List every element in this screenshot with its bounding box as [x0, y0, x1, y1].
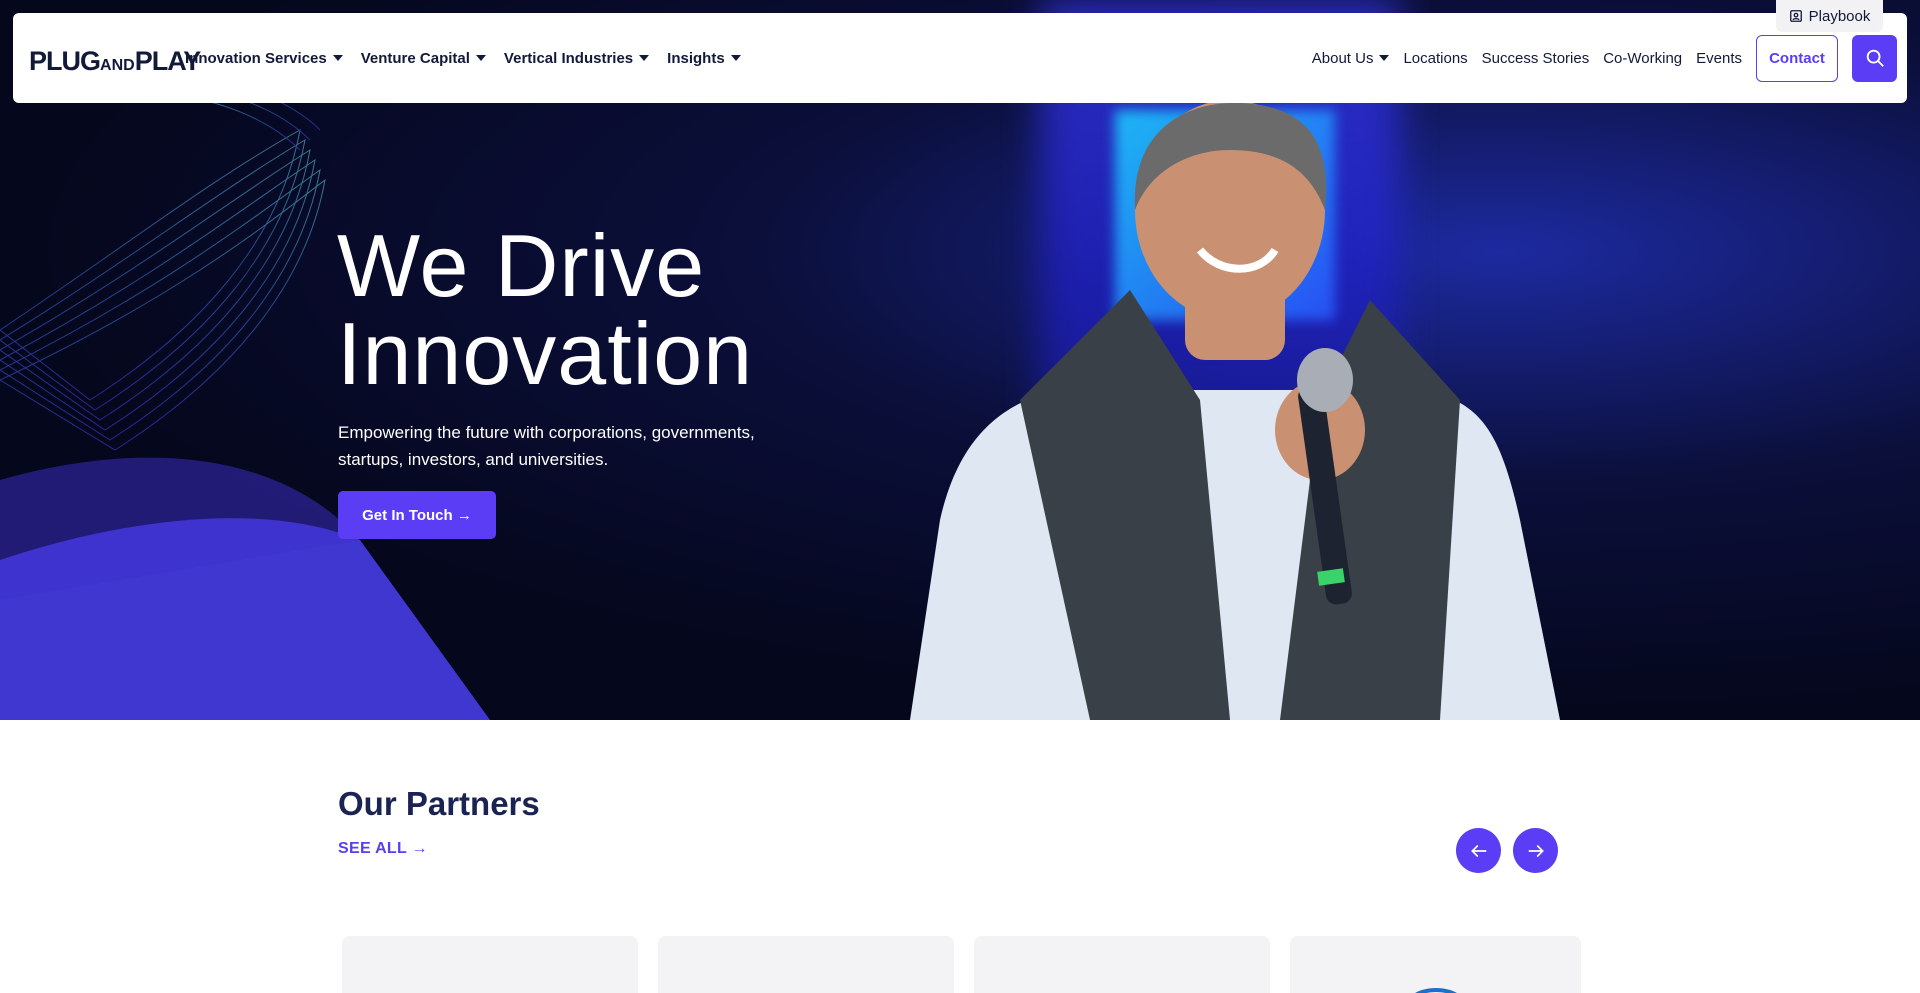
get-in-touch-button[interactable]: Get In Touch →: [338, 491, 496, 539]
hero-section: We Drive Innovation Empowering the futur…: [0, 0, 1920, 720]
get-in-touch-label: Get In Touch →: [362, 506, 472, 524]
search-icon: [1866, 49, 1884, 67]
partner-logo: [736, 976, 876, 993]
logo-text-plug: PLUG: [29, 46, 101, 76]
nav-co-working[interactable]: Co-Working: [1603, 50, 1682, 67]
arrow-right-icon: [1528, 844, 1544, 857]
nav-label: Insights: [667, 49, 725, 67]
main-navbar: PLUGANDPLAY Innovation Services Venture …: [13, 13, 1907, 103]
nav-label: Venture Capital: [360, 49, 470, 67]
search-button[interactable]: [1852, 34, 1897, 82]
contact-button[interactable]: Contact: [1756, 34, 1838, 82]
partner-card[interactable]: [974, 936, 1270, 993]
hero-title-line1: We Drive: [337, 216, 706, 315]
nav-innovation-services[interactable]: Innovation Services: [185, 50, 343, 67]
primary-nav: Innovation Services Venture Capital Vert…: [185, 13, 741, 103]
hero-subtitle: Empowering the future with corporations,…: [338, 419, 798, 473]
hero-title: We Drive Innovation: [337, 222, 937, 398]
partner-logo: [1414, 987, 1457, 993]
caret-down-icon: [639, 55, 650, 61]
see-all-link[interactable]: SEE ALL →: [338, 840, 428, 858]
nav-label: Events: [1696, 49, 1742, 67]
nav-locations[interactable]: Locations: [1403, 50, 1467, 67]
speaker-photo: [910, 100, 1560, 720]
contact-label: Contact: [1769, 49, 1825, 67]
caret-down-icon: [332, 55, 343, 61]
nav-insights[interactable]: Insights: [667, 50, 741, 67]
partner-logo: [410, 976, 570, 993]
hero-subtitle-line1: Empowering the future with corporations,…: [338, 423, 755, 442]
carousel-prev-button[interactable]: [1456, 828, 1501, 873]
partner-card[interactable]: [342, 936, 638, 993]
book-icon: [1789, 10, 1802, 22]
arrow-left-icon: [1470, 844, 1486, 857]
hero-title-line2: Innovation: [337, 304, 754, 403]
caret-down-icon: [1379, 55, 1390, 61]
nav-label: Co-Working: [1603, 49, 1683, 67]
caret-down-icon: [730, 55, 741, 61]
nav-label: Innovation Services: [185, 49, 327, 67]
plug-and-play-logo[interactable]: PLUGANDPLAY: [29, 46, 201, 77]
nav-label: Success Stories: [1481, 49, 1590, 67]
nav-success-stories[interactable]: Success Stories: [1482, 50, 1590, 67]
playbook-tab[interactable]: Playbook: [1776, 0, 1883, 32]
nav-label: Vertical Industries: [503, 49, 634, 67]
hero-subtitle-line2: startups, investors, and universities.: [338, 450, 609, 469]
nav-venture-capital[interactable]: Venture Capital: [361, 50, 486, 67]
caret-down-icon: [475, 55, 486, 61]
nav-label: Locations: [1403, 49, 1468, 67]
nav-about-us[interactable]: About Us: [1312, 50, 1390, 67]
nav-vertical-industries[interactable]: Vertical Industries: [503, 49, 650, 67]
nav-events[interactable]: Events: [1696, 50, 1742, 67]
partners-heading: Our Partners: [338, 785, 540, 822]
partner-card[interactable]: [658, 936, 954, 993]
playbook-label: Playbook: [1808, 7, 1871, 25]
nav-label: About Us: [1311, 49, 1374, 67]
carousel-next-button[interactable]: [1513, 828, 1558, 873]
partner-card[interactable]: [1290, 936, 1581, 993]
logo-text-and: AND: [100, 57, 135, 74]
